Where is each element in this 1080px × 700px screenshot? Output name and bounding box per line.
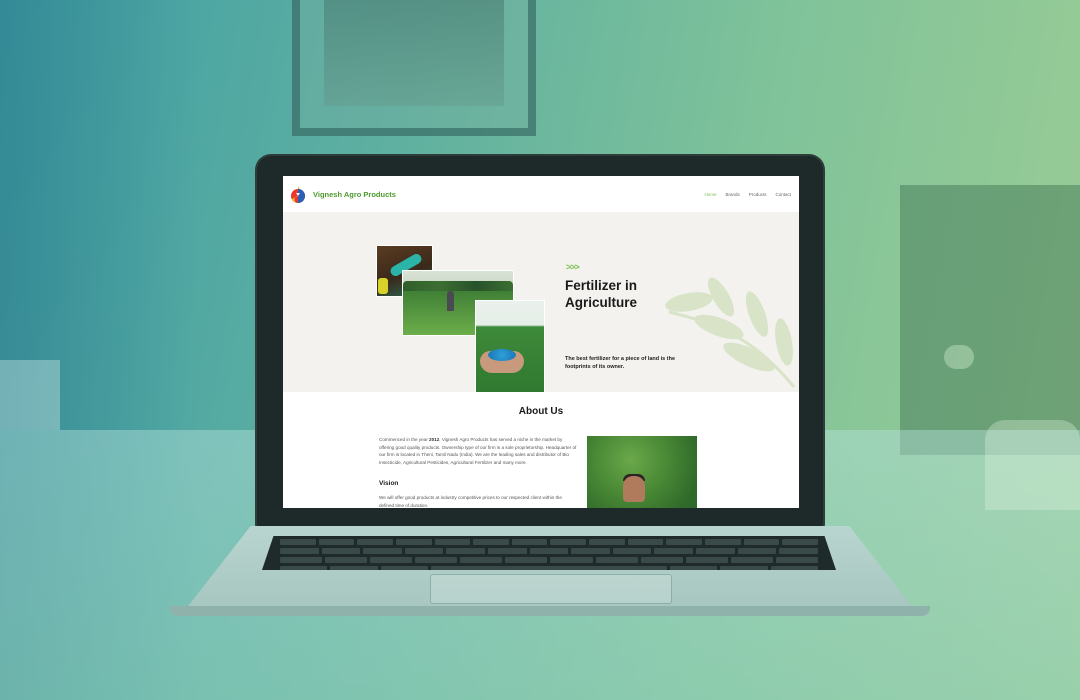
laptop-front-edge [170,606,930,616]
main-navigation: Home Brands Products Contact [704,192,791,197]
website-screen: Vignesh Agro Products Home Brands Produc… [283,176,799,508]
site-header: Vignesh Agro Products Home Brands Produc… [283,176,799,212]
hero-section: >>> Fertilizer in Agriculture The best f… [283,212,799,392]
background-chair [985,420,1080,510]
hero-chevrons: >>> [566,262,580,272]
hero-title: Fertilizer in Agriculture [565,278,638,310]
wall-picture [324,0,504,106]
hero-photo-fertilizer-hands [475,300,545,392]
nav-products[interactable]: Products [749,192,767,197]
about-text: Commenced in the year 2012, Vignesh Agro… [379,436,577,466]
background-knob [944,345,974,369]
owner-photo [587,436,697,508]
about-intro-prefix: Commenced in the year [379,437,430,442]
about-section: About Us Commenced in the year 2012, Vig… [283,392,799,508]
about-intro-year: 2012 [429,437,440,442]
vision-title: Vision [379,480,399,487]
hero-subtitle: The best fertilizer for a piece of land … [565,356,676,370]
brand-logo-icon [289,184,307,204]
laptop-trackpad [430,574,672,604]
about-title: About Us [518,406,564,417]
background-cabinet [900,185,1080,455]
wall-picture-frame [292,0,536,136]
background-shelf [0,360,60,430]
nav-contact[interactable]: Contact [775,192,791,197]
laptop-keyboard [262,536,836,570]
nav-brands[interactable]: Brands [725,192,739,197]
brand[interactable]: Vignesh Agro Products [289,184,396,204]
photo-scene: Vignesh Agro Products Home Brands Produc… [0,0,1080,700]
vision-text: We will offer good products at industry … [379,495,562,508]
brand-name: Vignesh Agro Products [313,189,396,199]
nav-home[interactable]: Home [704,192,716,197]
